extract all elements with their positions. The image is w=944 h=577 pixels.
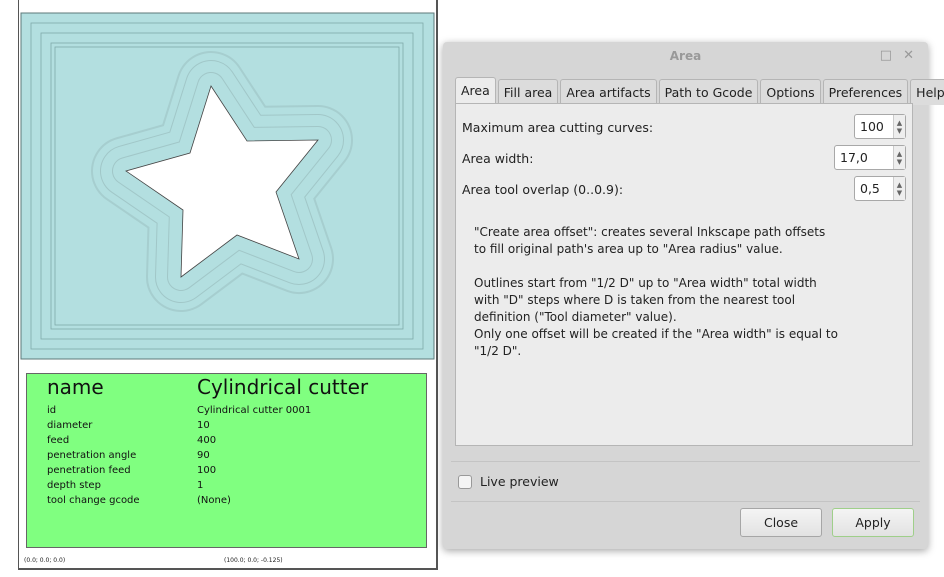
tool-param-value: 10	[197, 420, 210, 431]
tool-definition-box[interactable]: name Cylindrical cutter id Cylindrical cu…	[26, 373, 427, 548]
divider	[451, 461, 920, 462]
tab-bar: Area Fill area Area artifacts Path to Gc…	[455, 77, 944, 105]
max-curves-spinner[interactable]: 100 ▲ ▼	[854, 114, 906, 139]
area-dialog: Area □ ✕ Area Fill area Area artifacts P…	[443, 42, 944, 549]
tab-preferences[interactable]: Preferences	[822, 79, 909, 105]
area-drawing	[20, 12, 435, 360]
close-window-icon[interactable]: ✕	[903, 48, 914, 63]
tool-param-key: id	[47, 405, 57, 416]
close-button[interactable]: Close	[740, 508, 822, 537]
origin-coord-label: (0.0; 0.0; 0.0)	[24, 557, 66, 564]
tool-param-key: feed	[47, 435, 70, 446]
spinner-arrows-icon[interactable]: ▲ ▼	[893, 177, 905, 200]
area-width-spinner[interactable]: 17,0 ▲ ▼	[834, 145, 906, 170]
drawing-canvas[interactable]: name Cylindrical cutter id Cylindrical cu…	[0, 0, 440, 577]
apply-button[interactable]: Apply	[832, 508, 914, 537]
tool-name-label: name	[47, 375, 104, 399]
tool-overlap-label: Area tool overlap (0..0.9):	[462, 182, 624, 197]
tab-area[interactable]: Area	[455, 77, 496, 105]
tool-param-value: (None)	[197, 495, 231, 506]
tab-options[interactable]: Options	[760, 79, 821, 105]
spinner-arrows-icon[interactable]: ▲ ▼	[893, 115, 905, 138]
tool-param-key: penetration feed	[47, 465, 131, 476]
tool-param-key: tool change gcode	[47, 495, 140, 506]
tool-param-value: 90	[197, 450, 210, 461]
tool-name-value: Cylindrical cutter	[197, 375, 369, 399]
maximize-icon[interactable]: □	[880, 48, 892, 63]
area-width-label: Area width:	[462, 151, 534, 166]
tool-param-value: 1	[197, 480, 204, 491]
tab-area-artifacts[interactable]: Area artifacts	[560, 79, 657, 105]
tool-overlap-spinner[interactable]: 0,5 ▲ ▼	[854, 176, 906, 201]
tool-param-value: Cylindrical cutter 0001	[197, 405, 312, 416]
tab-help[interactable]: Help	[910, 79, 944, 105]
divider	[451, 501, 920, 502]
live-preview-label[interactable]: Live preview	[480, 474, 559, 489]
dialog-title: Area	[669, 49, 702, 63]
tool-param-key: depth step	[47, 480, 101, 491]
live-preview-checkbox[interactable]	[458, 475, 472, 489]
tool-param-key: penetration angle	[47, 450, 137, 461]
area-tab-panel: Maximum area cutting curves: 100 ▲ ▼ Area …	[455, 103, 913, 446]
tool-param-key: diameter	[47, 420, 93, 431]
tab-fill-area[interactable]: Fill area	[497, 79, 559, 105]
help-text: "Create area offset": creates several In…	[474, 225, 838, 358]
tool-param-value: 100	[197, 465, 217, 476]
tool-param-value: 400	[197, 435, 217, 446]
x-axis-coord-label: (100.0; 0.0; -0.125)	[224, 557, 283, 564]
spinner-arrows-icon[interactable]: ▲ ▼	[893, 146, 905, 169]
tab-path-to-gcode[interactable]: Path to Gcode	[658, 79, 759, 105]
max-curves-label: Maximum area cutting curves:	[462, 120, 654, 135]
